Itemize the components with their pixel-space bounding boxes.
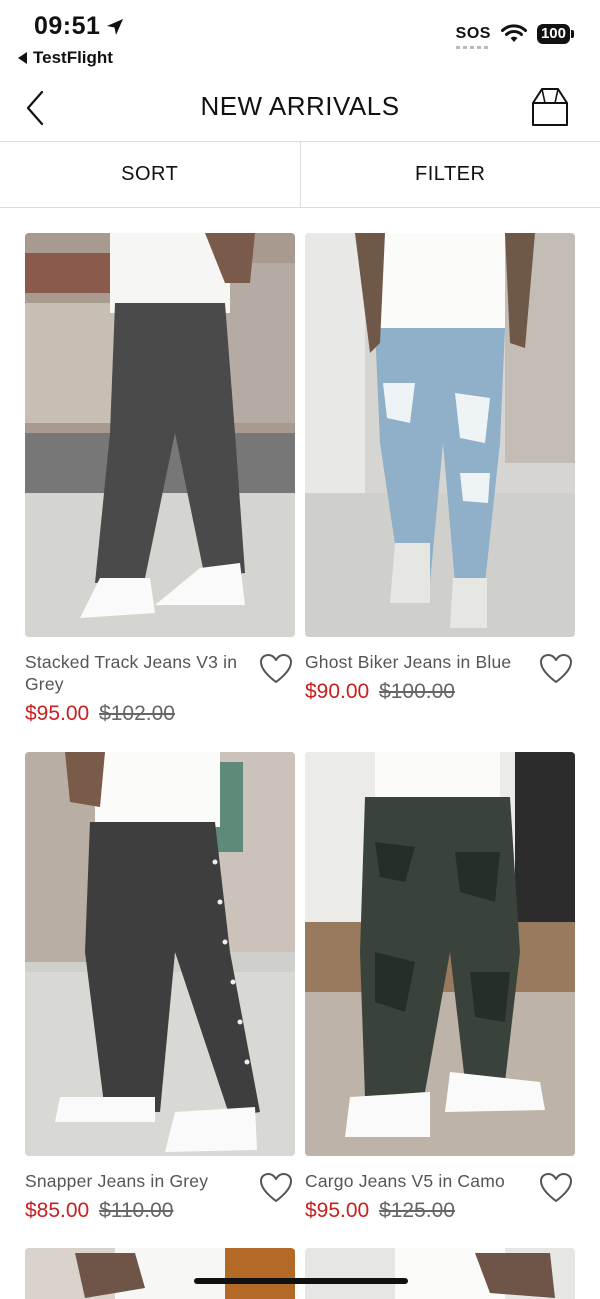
location-arrow-icon [107, 18, 124, 35]
original-price: $100.00 [379, 680, 455, 703]
product-info: Ghost Biker Jeans in Blue $90.00 $100.00 [305, 637, 575, 705]
product-prices: $95.00 $102.00 [25, 701, 295, 727]
product-card[interactable]: Snapper Jeans in Grey $85.00 $110.00 [25, 752, 295, 1224]
back-to-app-link[interactable]: TestFlight [18, 48, 113, 68]
product-image[interactable] [25, 233, 295, 637]
product-image[interactable] [25, 752, 295, 1156]
product-name[interactable]: Stacked Track Jeans V3 in Grey [25, 651, 250, 695]
back-triangle-icon [18, 52, 27, 64]
status-bar: 09:51 TestFlight SOS 100 [0, 0, 600, 72]
back-app-label: TestFlight [33, 48, 113, 67]
product-image-partial[interactable] [25, 1248, 295, 1299]
status-indicators: SOS 100 [455, 24, 574, 49]
sos-indicator: SOS [455, 25, 492, 49]
product-info: Stacked Track Jeans V3 in Grey $95.00 $1… [25, 637, 295, 727]
sort-filter-bar: SORT FILTER [0, 142, 600, 208]
original-price: $125.00 [379, 1199, 455, 1222]
product-name[interactable]: Cargo Jeans V5 in Camo [305, 1170, 530, 1192]
home-indicator[interactable] [194, 1278, 408, 1284]
sale-price: $95.00 [25, 702, 90, 725]
page-title: NEW ARRIVALS [200, 91, 400, 121]
original-price: $102.00 [99, 702, 175, 725]
battery-level: 100 [536, 24, 570, 44]
wishlist-heart-icon[interactable] [259, 653, 293, 685]
sale-price: $95.00 [305, 1199, 370, 1222]
battery-cap [571, 30, 574, 38]
sort-button[interactable]: SORT [0, 142, 301, 207]
product-info: Snapper Jeans in Grey $85.00 $110.00 [25, 1156, 295, 1224]
product-card[interactable]: Cargo Jeans V5 in Camo $95.00 $125.00 [305, 752, 575, 1224]
wishlist-heart-icon[interactable] [539, 1172, 573, 1204]
wishlist-heart-icon[interactable] [259, 1172, 293, 1204]
product-name[interactable]: Snapper Jeans in Grey [25, 1170, 250, 1192]
clock: 09:51 [34, 12, 124, 41]
wishlist-heart-icon[interactable] [539, 653, 573, 685]
shopping-bag-icon[interactable] [530, 86, 570, 128]
product-card[interactable]: Ghost Biker Jeans in Blue $90.00 $100.00 [305, 233, 575, 705]
product-card[interactable]: Stacked Track Jeans V3 in Grey $95.00 $1… [25, 233, 295, 727]
original-price: $110.00 [99, 1199, 174, 1222]
clock-time: 09:51 [34, 12, 101, 40]
product-prices: $95.00 $125.00 [305, 1198, 575, 1224]
nav-header: NEW ARRIVALS [0, 72, 600, 142]
product-image[interactable] [305, 752, 575, 1156]
sale-price: $85.00 [25, 1199, 90, 1222]
product-info: Cargo Jeans V5 in Camo $95.00 $125.00 [305, 1156, 575, 1224]
product-image[interactable] [305, 233, 575, 637]
sale-price: $90.00 [305, 680, 370, 703]
product-image-partial[interactable] [305, 1248, 575, 1299]
product-prices: $90.00 $100.00 [305, 679, 575, 705]
battery-indicator: 100 [536, 24, 574, 44]
product-prices: $85.00 $110.00 [25, 1198, 295, 1224]
wifi-icon [500, 24, 527, 42]
filter-button[interactable]: FILTER [300, 142, 600, 207]
product-name[interactable]: Ghost Biker Jeans in Blue [305, 651, 530, 673]
